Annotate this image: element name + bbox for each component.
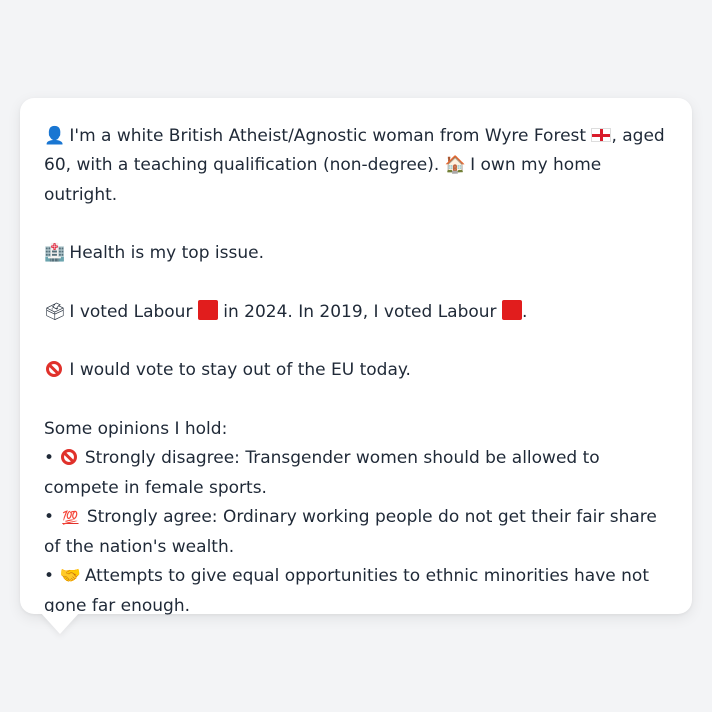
voting-text-2: in 2024. In 2019, I voted Labour: [223, 301, 497, 322]
handshake-icon: 🤝: [59, 566, 81, 587]
hundred-points-icon: 💯: [62, 510, 79, 526]
voting-text-1: I voted Labour: [69, 301, 193, 322]
identity-paragraph: 👤 I'm a white British Atheist/Agnostic w…: [44, 122, 668, 210]
hospital-icon: 🏥: [44, 243, 66, 264]
prohibited-icon-2: [61, 449, 78, 466]
prohibited-icon: [46, 361, 62, 378]
opinion-text: Strongly disagree: Transgender women sho…: [44, 448, 600, 498]
opinion-text: Attempts to give equal opportunities to …: [44, 566, 649, 616]
chat-message-bubble: 👤 I'm a white British Atheist/Agnostic w…: [20, 98, 692, 616]
opinion-item: • Strongly disagree: Transgender women s…: [44, 444, 668, 503]
bubble-tail: [40, 612, 80, 634]
voting-paragraph: 🗳 I voted Labour in 2024. In 2019, I vot…: [44, 298, 668, 327]
eu-text: I would vote to stay out of the EU today…: [69, 360, 411, 381]
opinion-text: Strongly agree: Ordinary working people …: [44, 506, 657, 558]
opinion-item: • 🤝 Attempts to give equal opportunities…: [44, 562, 668, 621]
top-issue-paragraph: 🏥 Health is my top issue.: [44, 239, 668, 268]
person-icon: 👤: [44, 126, 66, 146]
message-text: 👤 I'm a white British Atheist/Agnostic w…: [44, 122, 668, 621]
labour-red-square-icon: [197, 299, 218, 320]
labour-red-square-icon-2: [501, 299, 522, 320]
opinions-heading: Some opinions I hold:: [44, 418, 228, 439]
identity-text-1: I'm a white British Atheist/Agnostic wom…: [69, 126, 587, 146]
house-icon: 🏠: [444, 155, 466, 176]
opinion-item: • 💯 Strongly agree: Ordinary working peo…: [44, 503, 668, 563]
voting-text-3: .: [521, 301, 528, 322]
top-issue-text: Health is my top issue.: [69, 243, 264, 264]
bullet: •: [44, 566, 55, 587]
eu-paragraph: I would vote to stay out of the EU today…: [44, 356, 668, 385]
bullet: •: [44, 506, 55, 527]
ballot-box-icon: 🗳: [44, 301, 66, 322]
bullet: •: [44, 448, 55, 469]
england-flag-icon: [591, 128, 612, 142]
